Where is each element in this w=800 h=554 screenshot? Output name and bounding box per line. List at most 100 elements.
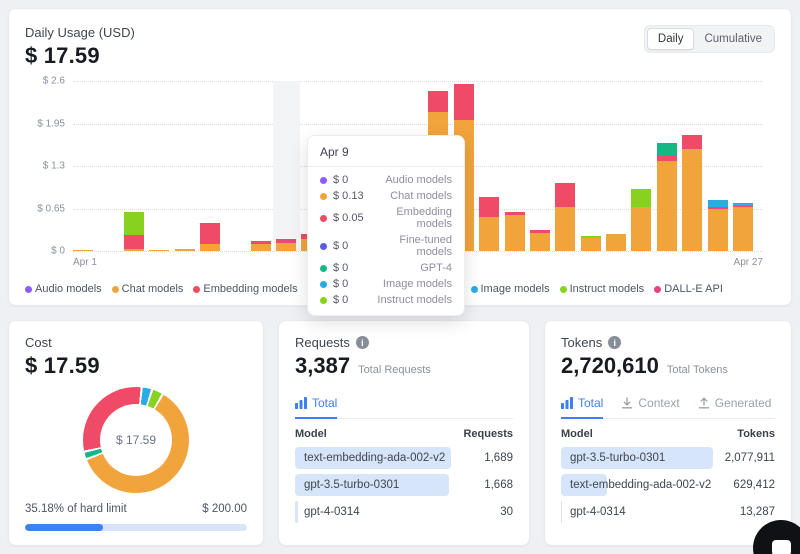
cost-amount: $ 17.59 bbox=[25, 353, 247, 379]
bar-segment-chat bbox=[581, 238, 601, 251]
bottom-cards-row: Cost $ 17.59 $ 17.59 35.18% of hard limi… bbox=[8, 320, 792, 546]
usage-bar[interactable] bbox=[200, 223, 220, 251]
usage-bar[interactable] bbox=[708, 200, 728, 251]
info-icon[interactable]: i bbox=[356, 336, 369, 349]
hard-limit-percent: 35.18% of hard limit bbox=[25, 503, 127, 515]
bar-segment-embedding bbox=[555, 183, 575, 207]
model-name: text-embedding-ada-002-v2 bbox=[295, 452, 445, 464]
tab-context-label: Context bbox=[638, 396, 679, 410]
legend-item[interactable]: Embedding models bbox=[193, 283, 297, 295]
tab-total[interactable]: Total bbox=[561, 396, 603, 419]
model-cell: gpt-4-0314 bbox=[561, 501, 713, 523]
series-color-dot bbox=[320, 243, 327, 250]
table-row: gpt-4-031413,287 bbox=[561, 501, 775, 523]
bar-segment-chat bbox=[276, 243, 296, 252]
cost-title: Cost bbox=[25, 335, 247, 350]
model-cell: gpt-4-0314 bbox=[295, 501, 451, 523]
legend-label: Audio models bbox=[35, 283, 102, 295]
requests-card: Requests i 3,387 Total Requests Total Mo… bbox=[278, 320, 530, 546]
hard-limit-progress bbox=[25, 524, 247, 531]
legend-color-dot bbox=[560, 286, 567, 293]
chart-tooltip: Apr 9 $ 0Audio models$ 0.13Chat models$ … bbox=[307, 135, 465, 316]
model-value: 1,668 bbox=[451, 479, 513, 491]
model-value: 2,077,911 bbox=[713, 452, 775, 464]
tooltip-series-label: Image models bbox=[373, 278, 452, 290]
legend-item[interactable]: DALL-E API bbox=[654, 283, 723, 295]
usage-bar[interactable] bbox=[73, 250, 93, 251]
usage-bar[interactable] bbox=[149, 250, 169, 251]
model-name: gpt-4-0314 bbox=[295, 506, 360, 518]
tooltip-value: $ 0 bbox=[333, 262, 367, 274]
gridline bbox=[73, 81, 763, 82]
gridline bbox=[73, 124, 763, 125]
table-row: gpt-3.5-turbo-03012,077,911 bbox=[561, 447, 775, 469]
usage-bar[interactable] bbox=[733, 203, 753, 251]
series-color-dot bbox=[320, 265, 327, 272]
legend-item[interactable]: Chat models bbox=[112, 283, 184, 295]
cost-donut-chart[interactable]: $ 17.59 bbox=[83, 387, 189, 493]
model-value: 1,689 bbox=[451, 452, 513, 464]
cost-card: Cost $ 17.59 $ 17.59 35.18% of hard limi… bbox=[8, 320, 264, 546]
bar-segment-instruct bbox=[631, 189, 651, 207]
daily-usage-chart: $ 2.6$ 1.95$ 1.3$ 0.65$ 0 Apr 1 Apr 27 A… bbox=[25, 71, 775, 271]
y-tick-label: $ 0.65 bbox=[37, 203, 65, 214]
usage-bar[interactable] bbox=[479, 197, 499, 251]
usage-bar[interactable] bbox=[555, 183, 575, 251]
tooltip-date: Apr 9 bbox=[308, 136, 464, 167]
donut-center-label: $ 17.59 bbox=[100, 404, 172, 476]
model-name: gpt-3.5-turbo-0301 bbox=[295, 479, 399, 491]
model-cell: gpt-3.5-turbo-0301 bbox=[561, 447, 713, 469]
bar-segment-embedding bbox=[454, 84, 474, 121]
legend-label: Embedding models bbox=[203, 283, 297, 295]
bar-segment-chat bbox=[682, 149, 702, 251]
series-color-dot bbox=[320, 281, 327, 288]
usage-bar[interactable] bbox=[251, 241, 271, 251]
tooltip-series-label: Embedding models bbox=[373, 206, 452, 230]
tab-context[interactable]: Context bbox=[621, 396, 679, 419]
bar-segment-chat bbox=[149, 250, 169, 251]
hard-limit-progress-fill bbox=[25, 524, 103, 531]
usage-bar[interactable] bbox=[505, 212, 525, 251]
usage-bar[interactable] bbox=[530, 230, 550, 251]
hard-limit-amount: $ 200.00 bbox=[202, 503, 247, 515]
bar-segment-embedding bbox=[200, 223, 220, 245]
series-color-dot bbox=[320, 177, 327, 184]
info-icon[interactable]: i bbox=[608, 336, 621, 349]
usage-bar[interactable] bbox=[606, 234, 626, 251]
table-row: text-embedding-ada-002-v2629,412 bbox=[561, 474, 775, 496]
usage-bar[interactable] bbox=[682, 135, 702, 251]
bar-segment-chat bbox=[733, 207, 753, 251]
cumulative-toggle-button[interactable]: Cumulative bbox=[694, 28, 772, 50]
usage-bar[interactable] bbox=[124, 212, 144, 251]
tokens-title: Tokens bbox=[561, 335, 602, 350]
chat-icon bbox=[772, 540, 791, 554]
y-tick-label: $ 2.6 bbox=[43, 76, 65, 87]
legend-color-dot bbox=[654, 286, 661, 293]
tab-total-label: Total bbox=[312, 396, 337, 410]
usage-bar[interactable] bbox=[276, 239, 296, 251]
usage-bar[interactable] bbox=[175, 249, 195, 251]
bar-segment-embedding bbox=[479, 197, 499, 217]
usage-bar[interactable] bbox=[581, 236, 601, 251]
tooltip-row: $ 0.05Embedding models bbox=[308, 204, 464, 232]
tokens-total-label: Total Tokens bbox=[667, 364, 728, 376]
daily-toggle-button[interactable]: Daily bbox=[647, 28, 695, 50]
legend-item[interactable]: Instruct models bbox=[560, 283, 645, 295]
series-color-dot bbox=[320, 297, 327, 304]
y-tick-label: $ 0 bbox=[51, 246, 65, 257]
model-value: 13,287 bbox=[713, 506, 775, 518]
legend-item[interactable]: Image models bbox=[471, 283, 550, 295]
legend-color-dot bbox=[193, 286, 200, 293]
arrow-down-icon bbox=[621, 397, 633, 409]
legend-color-dot bbox=[112, 286, 119, 293]
bar-segment-chat bbox=[251, 244, 271, 251]
tooltip-value: $ 0 bbox=[333, 174, 367, 186]
tab-total[interactable]: Total bbox=[295, 396, 337, 419]
requests-table-header: Model Requests bbox=[295, 428, 513, 440]
usage-bar[interactable] bbox=[657, 143, 677, 252]
bar-segment-chat bbox=[657, 161, 677, 251]
tab-generated[interactable]: Generated bbox=[698, 396, 772, 419]
model-cell: text-embedding-ada-002-v2 bbox=[295, 447, 451, 469]
usage-bar[interactable] bbox=[631, 189, 651, 251]
legend-item[interactable]: Audio models bbox=[25, 283, 102, 295]
